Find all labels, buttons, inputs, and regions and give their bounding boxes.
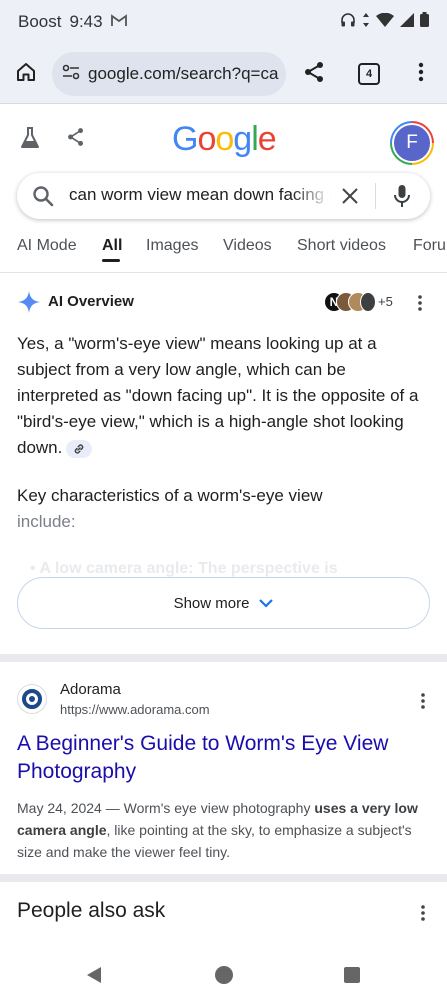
- ai-overview-text: Yes, a "worm's-eye view" means looking u…: [17, 334, 419, 457]
- search-box[interactable]: can worm view mean down facing up: [17, 173, 430, 219]
- url-field[interactable]: google.com/search?q=ca: [52, 52, 286, 96]
- section-divider: [0, 874, 447, 882]
- home-button[interactable]: [3, 51, 49, 97]
- citation-link-icon[interactable]: [66, 439, 93, 458]
- kebab-menu-icon: [418, 62, 424, 87]
- source-favicon: [360, 292, 376, 312]
- home-icon: [15, 61, 37, 88]
- ai-source-count: +5: [378, 294, 393, 309]
- search-input[interactable]: can worm view mean down facing up: [69, 185, 331, 205]
- tab-videos[interactable]: Videos: [223, 237, 272, 255]
- tab-all[interactable]: All: [102, 237, 122, 255]
- ai-overview-menu-icon[interactable]: [410, 291, 430, 315]
- ai-overview-subheading: Key characteristics of a worm's-eye view…: [17, 483, 425, 535]
- clock: 9:43: [69, 12, 103, 31]
- ai-overview-body: Yes, a "worm's-eye view" means looking u…: [17, 331, 425, 461]
- avatar: F: [392, 123, 432, 163]
- section-divider: [0, 654, 447, 662]
- status-bar: Boost 9:43: [0, 0, 447, 44]
- voice-search-mic-icon[interactable]: [393, 184, 411, 213]
- result-site-name[interactable]: Adorama: [60, 681, 121, 698]
- gmail-icon: [110, 12, 127, 32]
- show-more-label: Show more: [173, 594, 250, 612]
- tab-count: 4: [358, 63, 380, 85]
- show-more-button[interactable]: Show more: [17, 577, 430, 629]
- search-icon: [32, 185, 54, 212]
- ai-subheading-line-1: Key characteristics of a worm's-eye view: [17, 486, 323, 505]
- adorama-favicon[interactable]: [17, 684, 47, 714]
- carrier-label: Boost: [18, 12, 62, 31]
- url-text: google.com/search?q=ca: [88, 64, 279, 83]
- result-site-url[interactable]: https://www.adorama.com: [60, 702, 210, 717]
- browser-menu-button[interactable]: [398, 51, 444, 97]
- system-nav-bar: [0, 948, 447, 1000]
- tab-ai-mode[interactable]: AI Mode: [17, 237, 77, 255]
- data-arrows-icon: [362, 12, 370, 33]
- tab-short-videos[interactable]: Short videos: [297, 237, 386, 255]
- labs-flask-icon[interactable]: [19, 126, 41, 155]
- result-snippet-text: — Worm's eye view photography: [101, 800, 315, 816]
- home-nav-icon[interactable]: [214, 965, 234, 990]
- signal-icon: [400, 12, 414, 32]
- browser-toolbar: google.com/search?q=ca 4: [0, 44, 447, 104]
- share-button[interactable]: [291, 51, 337, 97]
- ai-faded-bullet-text: A low camera angle: The perspective is: [39, 560, 338, 577]
- active-tab-indicator: [102, 259, 120, 262]
- clear-search-button[interactable]: [340, 186, 360, 211]
- result-date: May 24, 2024: [17, 800, 102, 816]
- share-icon: [303, 61, 325, 88]
- back-nav-icon[interactable]: [86, 966, 102, 989]
- ai-sparkle-icon: [18, 291, 40, 318]
- ai-sources-cluster[interactable]: N: [324, 292, 376, 312]
- wifi-icon: [376, 12, 394, 32]
- search-tabs: AI Mode All Images Videos Short videos F…: [0, 228, 447, 273]
- site-settings-icon[interactable]: [62, 64, 80, 85]
- tab-forums[interactable]: Forums: [413, 237, 447, 255]
- ai-subheading-line-2: include:: [17, 512, 76, 531]
- ai-faded-bullet: • A low camera angle: The perspective is: [30, 560, 338, 577]
- account-avatar-button[interactable]: F: [390, 121, 434, 165]
- tab-switcher-button[interactable]: 4: [346, 51, 392, 97]
- chevron-down-icon: [259, 595, 274, 612]
- people-also-ask-heading: People also ask: [17, 899, 166, 922]
- search-divider: [375, 183, 376, 209]
- headset-icon: [340, 12, 356, 33]
- share-icon[interactable]: [66, 126, 86, 153]
- recents-nav-icon[interactable]: [343, 966, 361, 989]
- battery-icon: [420, 12, 429, 32]
- google-logo[interactable]: Google: [172, 120, 277, 159]
- ai-overview-title: AI Overview: [48, 293, 134, 310]
- result-title-link[interactable]: A Beginner's Guide to Worm's Eye View Ph…: [17, 730, 417, 786]
- result-menu-icon[interactable]: [413, 689, 433, 713]
- google-header: Google F: [0, 104, 447, 172]
- tab-images[interactable]: Images: [146, 237, 198, 255]
- people-also-ask-menu-icon[interactable]: [413, 901, 433, 925]
- result-snippet: May 24, 2024 — Worm's eye view photograp…: [17, 797, 427, 863]
